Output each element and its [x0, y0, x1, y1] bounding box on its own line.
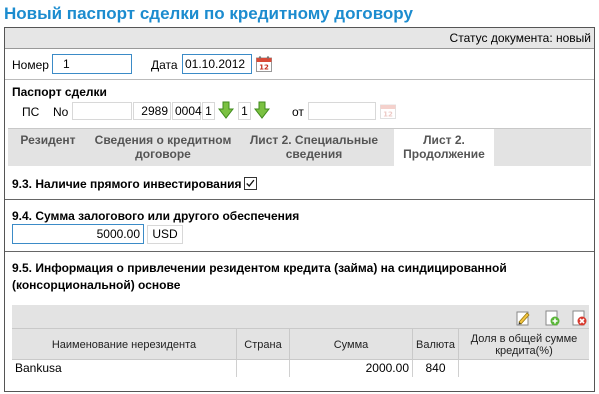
ps-part4-field[interactable]: 1: [202, 102, 215, 120]
ps-part2-field[interactable]: 2989: [133, 102, 171, 120]
column-header[interactable]: Сумма: [290, 329, 413, 360]
from-label: от: [292, 105, 304, 119]
currency-field[interactable]: USD: [147, 225, 183, 244]
add-icon[interactable]: [544, 310, 560, 326]
status-bar: Статус документа: новый: [5, 28, 594, 49]
collateral-amount-input[interactable]: [12, 224, 144, 244]
delete-icon[interactable]: [571, 310, 587, 326]
column-header[interactable]: Валюта: [413, 329, 459, 360]
document-header-row: Номер Дата 12: [5, 50, 594, 80]
column-header[interactable]: Страна: [237, 329, 290, 360]
section-9-3-title: 9.3. Наличие прямого инвестирования: [12, 177, 242, 191]
tab-sheet2-continuation[interactable]: Лист 2. Продолжение: [394, 129, 494, 167]
section-9-4: 9.4. Сумма залогового или другого обеспе…: [5, 200, 594, 252]
svg-text:12: 12: [259, 64, 269, 72]
column-header[interactable]: Наименование нерезидента: [12, 329, 237, 360]
number-input[interactable]: [52, 54, 132, 74]
table-row[interactable]: Bankusa 2000.00 840: [12, 360, 589, 377]
status-text: Статус документа: новый: [449, 31, 591, 45]
tab-resident[interactable]: Резидент: [8, 129, 88, 167]
amount-cell: 2000.00: [290, 360, 413, 377]
direct-investment-checkbox[interactable]: [244, 177, 257, 190]
calendar-icon[interactable]: 12: [255, 55, 273, 73]
document-frame: Статус документа: новый Номер Дата 12 Па…: [4, 27, 595, 392]
syndicated-credit-grid: Наименование нерезидента Страна Сумма Ва…: [12, 305, 589, 377]
number-label: Номер: [12, 58, 49, 72]
ps-part5-field[interactable]: 1: [238, 102, 251, 120]
tab-label: Лист 2. Продолжение: [403, 133, 485, 161]
tab-label: Лист 2. Специальные сведения: [249, 133, 379, 161]
svg-text:12: 12: [383, 111, 393, 119]
date-label: Дата: [151, 58, 178, 72]
ps-label: ПС: [22, 105, 40, 119]
section-9-5-title: 9.5. Информация о привлечении резидентом…: [12, 261, 507, 292]
tab-sheet2-special[interactable]: Лист 2. Специальные сведения: [238, 129, 390, 167]
no-label: No: [53, 105, 69, 119]
country-cell: [237, 360, 290, 377]
ps-part1-field[interactable]: [72, 102, 132, 120]
tab-credit-agreement[interactable]: Сведения о кредитном договоре: [88, 129, 238, 167]
tab-label: Сведения о кредитном договоре: [94, 133, 232, 161]
share-cell: [459, 360, 589, 377]
edit-icon[interactable]: [515, 310, 531, 326]
ps-part3-field[interactable]: 0004: [172, 102, 202, 120]
column-header[interactable]: Доля в общей сумме кредита(%): [459, 329, 589, 360]
section-9-4-title: 9.4. Сумма залогового или другого обеспе…: [12, 209, 300, 223]
ps-from-date-field[interactable]: [308, 102, 376, 120]
currency-cell: 840: [413, 360, 459, 377]
grid-header-row: Наименование нерезидента Страна Сумма Ва…: [12, 328, 589, 360]
checkmark-icon: [246, 179, 255, 188]
date-input[interactable]: [182, 54, 252, 74]
green-down-arrow-icon[interactable]: [218, 101, 234, 119]
tab-label: Резидент: [20, 133, 76, 147]
calendar-icon[interactable]: 12: [379, 102, 397, 120]
section-9-3: 9.3. Наличие прямого инвестирования: [5, 166, 594, 200]
tab-bar: Резидент Сведения о кредитном договоре Л…: [8, 128, 591, 167]
passport-heading: Паспорт сделки: [12, 85, 107, 99]
page-title: Новый паспорт сделки по кредитному догов…: [4, 4, 413, 23]
passport-block: Паспорт сделки ПС No 2989 0004 1 1 от 12: [5, 81, 594, 125]
grid-toolbar: [12, 305, 589, 328]
nonresident-name-cell: Bankusa: [12, 360, 237, 377]
green-down-arrow-icon[interactable]: [254, 101, 270, 119]
